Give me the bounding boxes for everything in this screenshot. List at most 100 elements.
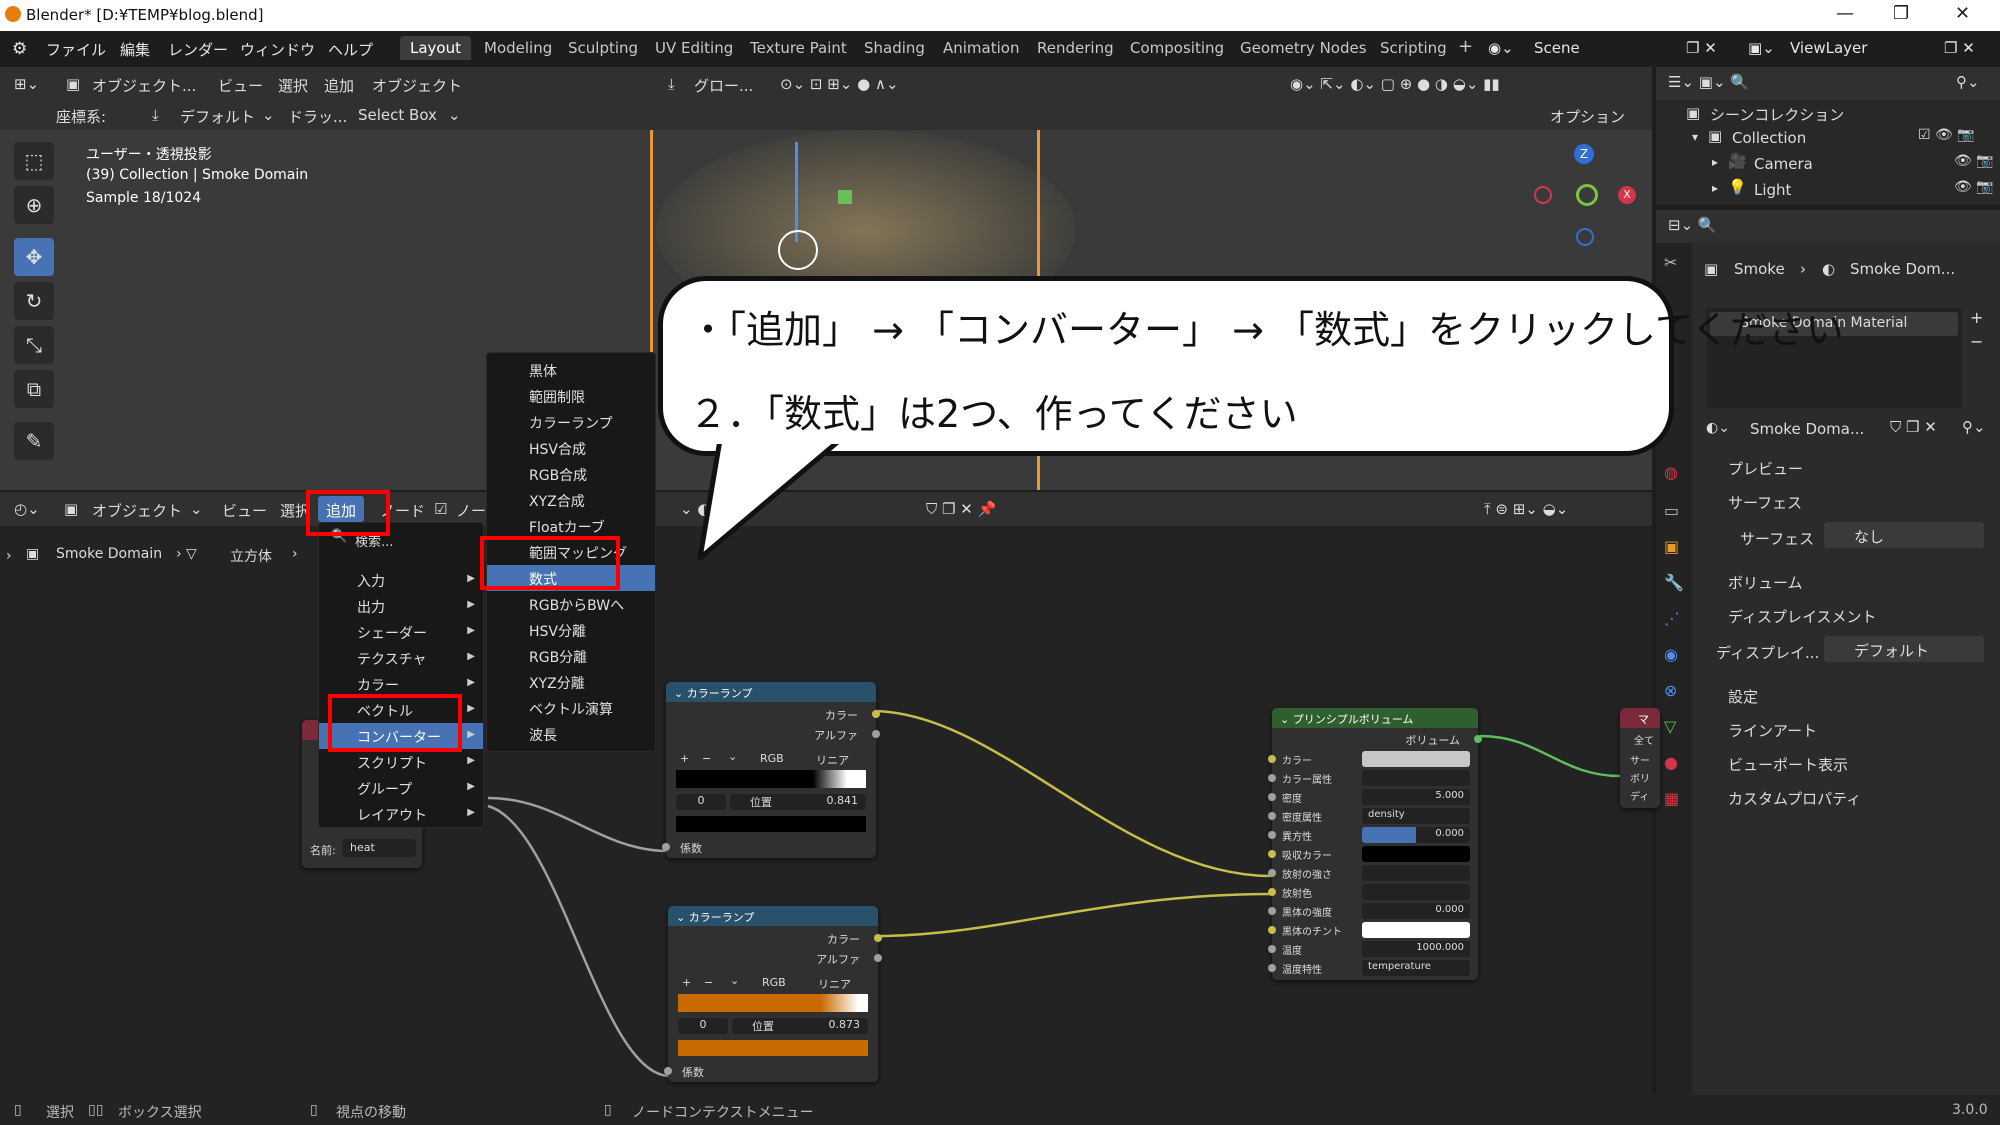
- pv-input-socket[interactable]: [1268, 926, 1276, 934]
- pv-input-field[interactable]: [1362, 770, 1470, 786]
- ramp1-color-swatch[interactable]: [676, 816, 866, 832]
- scene-name[interactable]: Scene: [1534, 39, 1580, 57]
- annotate-tool-icon[interactable]: ✎: [14, 422, 54, 460]
- transform-orientation[interactable]: グロー...: [694, 75, 753, 96]
- maximize-button[interactable]: ❐: [1893, 3, 1909, 24]
- outliner-item-camera[interactable]: Camera: [1754, 155, 1813, 173]
- light-visibility-icons[interactable]: 👁 📷: [1954, 179, 1994, 195]
- menu-file[interactable]: ファイル: [46, 39, 106, 60]
- displacement-value[interactable]: デフォルト: [1824, 636, 1984, 662]
- outliner-filter-icon[interactable]: ☰⌄ ▣⌄ 🔍: [1668, 73, 1749, 91]
- collection-tab-icon[interactable]: ▭: [1664, 501, 1679, 520]
- pv-input-socket[interactable]: [1268, 964, 1276, 972]
- pv-input-socket[interactable]: [1268, 755, 1276, 763]
- node-editor-canvas[interactable]: › ▣ Smoke Domain › ▽ 立方体 › 名前: heat ⌄ カラ…: [0, 526, 1660, 1095]
- viewlayer-copy-icon[interactable]: ❐ ✕: [1944, 39, 1975, 57]
- panel-settings[interactable]: 設定: [1700, 680, 2000, 710]
- transform-orientation-icon[interactable]: ⤓: [668, 75, 675, 93]
- camera-visibility-icons[interactable]: 👁 📷: [1954, 153, 1994, 169]
- tab-animation[interactable]: Animation: [943, 39, 1019, 57]
- ramp2-gradient-bar[interactable]: [678, 994, 868, 1012]
- pv-input-field[interactable]: 5.000: [1362, 789, 1470, 805]
- scene-selector-icon[interactable]: ◉⌄: [1488, 39, 1514, 57]
- ramp1-index[interactable]: 0: [676, 794, 726, 810]
- converter-menu-item[interactable]: 黒体: [487, 357, 655, 383]
- pv-volume-socket[interactable]: [1474, 735, 1482, 743]
- pv-input-socket[interactable]: [1268, 774, 1276, 782]
- ramp2-interp[interactable]: リニア: [818, 976, 851, 992]
- outliner-item-collection[interactable]: Collection: [1732, 129, 1806, 147]
- menu-edit[interactable]: 編集: [120, 39, 150, 60]
- converter-menu-item[interactable]: 範囲制限: [487, 383, 655, 409]
- ramp1-alpha-socket[interactable]: [872, 730, 880, 738]
- panel-preview[interactable]: プレビュー: [1700, 452, 2000, 482]
- pv-input-field[interactable]: 0.000: [1362, 903, 1470, 919]
- pv-input-field[interactable]: 1000.000: [1362, 941, 1470, 957]
- material-tab-icon[interactable]: ●: [1664, 753, 1678, 772]
- tab-geometry-nodes[interactable]: Geometry Nodes: [1240, 39, 1367, 57]
- use-nodes-checkbox[interactable]: ☑: [434, 500, 447, 518]
- tab-compositing[interactable]: Compositing: [1130, 39, 1224, 57]
- object-mode-icon[interactable]: ▣: [66, 75, 80, 93]
- remove-slot-button[interactable]: −: [1970, 332, 1983, 351]
- pv-input-field[interactable]: [1362, 846, 1470, 862]
- ramp1-color-socket[interactable]: [872, 710, 880, 718]
- node-object-icon[interactable]: ▣: [64, 500, 78, 518]
- pv-input-socket[interactable]: [1268, 793, 1276, 801]
- move-tool-icon[interactable]: ✥: [14, 238, 54, 276]
- pv-input-socket[interactable]: [1268, 945, 1276, 953]
- ramp1-fac-socket[interactable]: [662, 843, 670, 851]
- rotate-tool-icon[interactable]: ↻: [14, 282, 54, 320]
- tab-texture-paint[interactable]: Texture Paint: [750, 39, 847, 57]
- ramp2-add-stop[interactable]: +: [682, 976, 691, 989]
- constraints-tab-icon[interactable]: ⊗: [1664, 681, 1677, 700]
- menu-add[interactable]: 追加: [324, 75, 354, 96]
- tool-tab-icon[interactable]: ✂: [1664, 253, 1677, 272]
- ramp2-index[interactable]: 0: [678, 1018, 728, 1034]
- menu-help[interactable]: ヘルプ: [328, 39, 373, 60]
- tab-scripting[interactable]: Scripting: [1380, 39, 1447, 57]
- converter-menu-item[interactable]: HSV分離: [487, 617, 655, 643]
- object-tab-icon[interactable]: ▣: [1664, 537, 1679, 556]
- add-menu-item[interactable]: 出力 ▶: [319, 593, 483, 619]
- converter-menu-item[interactable]: RGB合成: [487, 461, 655, 487]
- material-name-field[interactable]: Smoke Doma...: [1750, 420, 1864, 438]
- ramp2-mode[interactable]: RGB: [762, 976, 786, 989]
- minimize-button[interactable]: —: [1836, 3, 1854, 24]
- ramp1-menu[interactable]: ⌄: [728, 750, 737, 763]
- drag-value[interactable]: Select Box: [358, 106, 437, 124]
- viewport-visibility-icons[interactable]: ◉⌄ ⇱⌄ ◐⌄ ▢ ⊕ ● ◑ ◒⌄ ▮▮: [1290, 75, 1500, 93]
- menu-render[interactable]: レンダー: [168, 39, 228, 60]
- physics-tab-icon[interactable]: ◉: [1664, 645, 1678, 664]
- menu-select[interactable]: 選択: [278, 75, 308, 96]
- pivot-dropdown-icon[interactable]: ⤓: [152, 106, 159, 124]
- add-menu-item[interactable]: テクスチャ ▶: [319, 645, 483, 671]
- attr-name-field[interactable]: heat: [342, 839, 416, 857]
- tab-sculpting[interactable]: Sculpting: [568, 39, 638, 57]
- pv-input-socket[interactable]: [1268, 869, 1276, 877]
- material-filter-icon[interactable]: ⚲⌄: [1962, 418, 1986, 436]
- panel-viewport-display[interactable]: ビューポート表示: [1700, 748, 2000, 778]
- gizmo-z-arrow[interactable]: [795, 142, 798, 242]
- panel-lineart[interactable]: ラインアート: [1700, 714, 2000, 744]
- nav-gizmo-y[interactable]: [1576, 184, 1598, 206]
- node-mode-selector[interactable]: オブジェクト: [92, 500, 182, 521]
- texture-tab-icon[interactable]: ▦: [1664, 789, 1679, 808]
- node-menu-view[interactable]: ビュー: [222, 500, 267, 521]
- tab-layout[interactable]: Layout: [400, 36, 471, 60]
- add-menu-item[interactable]: スクリプト ▶: [319, 749, 483, 775]
- add-slot-button[interactable]: +: [1970, 308, 1983, 327]
- color-ramp-node-2[interactable]: ⌄ カラーランプ カラー アルファ + − ⌄ RGB リニア 0 位置 0.87…: [664, 906, 882, 1082]
- add-menu-item[interactable]: グループ ▶: [319, 775, 483, 801]
- panel-surface[interactable]: サーフェス: [1700, 486, 2000, 516]
- material-browse-icon[interactable]: ◐⌄: [1706, 420, 1730, 436]
- scene-collection-label[interactable]: シーンコレクション: [1710, 104, 1844, 125]
- outliner-item-light[interactable]: Light: [1754, 181, 1791, 199]
- viewlayer-name[interactable]: ViewLayer: [1790, 39, 1867, 57]
- ramp1-remove-stop[interactable]: −: [702, 752, 711, 765]
- data-tab-icon[interactable]: ▽: [1664, 717, 1676, 736]
- node-editor-type-icon[interactable]: ◴⌄: [14, 500, 40, 518]
- mode-selector[interactable]: オブジェクト...: [92, 75, 196, 96]
- pv-input-field[interactable]: [1362, 865, 1470, 881]
- add-menu-item[interactable]: レイアウト ▶: [319, 801, 483, 827]
